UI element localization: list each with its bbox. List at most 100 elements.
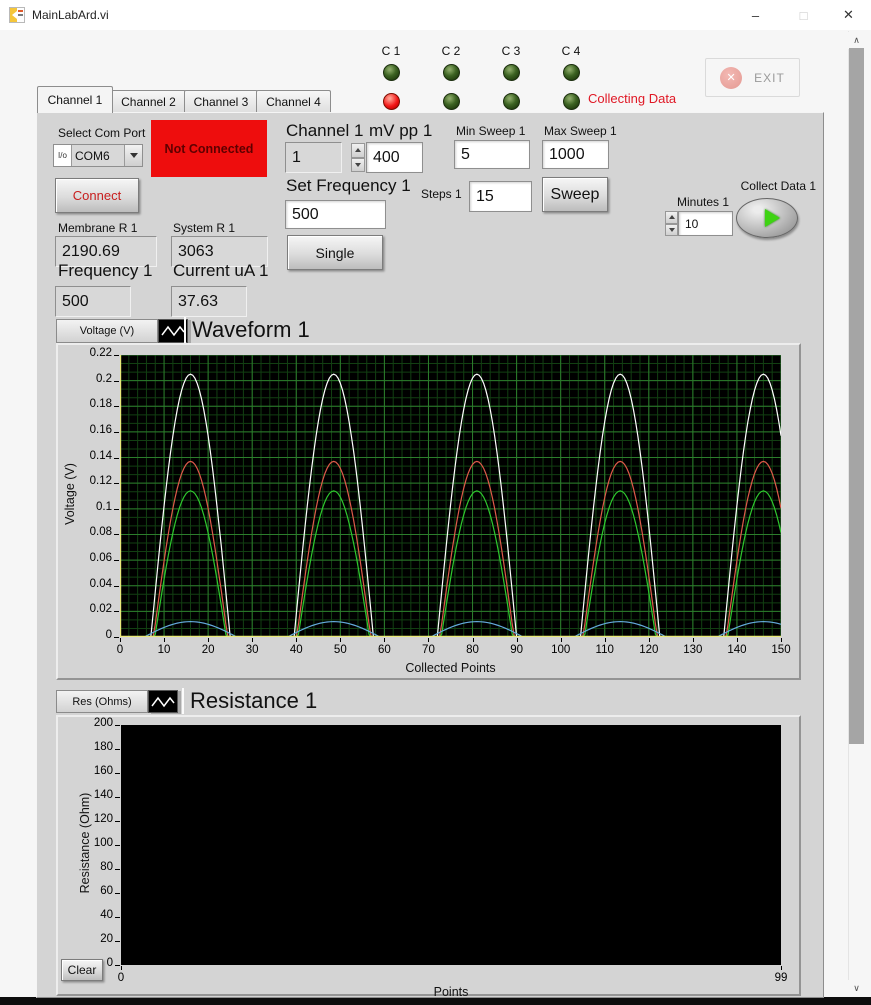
steps-label: Steps 1 <box>421 187 462 201</box>
spinner-down-icon[interactable] <box>665 224 678 237</box>
tab-channel-4[interactable]: Channel 4 <box>256 90 331 113</box>
x-tick-mark <box>605 638 606 642</box>
x-tick-label: 0 <box>97 972 145 984</box>
single-button[interactable]: Single <box>287 235 383 270</box>
minutes-input[interactable]: 10 <box>678 211 733 236</box>
com-port-value: COM6 <box>72 145 124 166</box>
y-tick-mark <box>114 483 119 484</box>
x-tick-label: 50 <box>316 644 364 656</box>
x-tick-mark <box>121 966 122 970</box>
spinner-down-icon[interactable] <box>351 158 365 173</box>
y-tick-mark <box>114 586 119 587</box>
maximize-button[interactable]: □ <box>781 0 826 30</box>
c4-collect-led <box>563 93 580 110</box>
spinner-up-icon[interactable] <box>665 211 678 224</box>
x-tick-mark <box>120 638 121 642</box>
x-tick-label: 10 <box>140 644 188 656</box>
scrollbar-thumb[interactable] <box>849 48 864 744</box>
y-tick-mark <box>114 458 119 459</box>
mvpp-spinner[interactable] <box>351 143 365 172</box>
x-tick-mark <box>428 638 429 642</box>
y-tick-mark <box>114 509 119 510</box>
x-axis-label: Collected Points <box>351 661 551 675</box>
exit-label: EXIT <box>754 71 785 85</box>
x-tick-label: 70 <box>404 644 452 656</box>
x-tick-label: 130 <box>669 644 717 656</box>
y-tick-label: 200 <box>69 717 113 729</box>
x-tick-label: 150 <box>757 644 805 656</box>
spinner-up-icon[interactable] <box>351 143 365 158</box>
y-tick-label: 0 <box>69 957 113 969</box>
max-sweep-input[interactable]: 1000 <box>542 140 609 169</box>
exit-button[interactable]: ✕ EXIT <box>705 58 800 97</box>
sweep-button[interactable]: Sweep <box>542 177 608 212</box>
x-axis-label: Points <box>351 985 551 999</box>
y-tick-label: 0 <box>68 629 112 641</box>
close-button[interactable]: ✕ <box>826 0 871 30</box>
white-trace <box>120 374 781 637</box>
mvpp-input[interactable]: 400 <box>366 142 423 173</box>
y-tick-mark <box>114 534 119 535</box>
plot-area <box>120 355 781 637</box>
x-tick-mark <box>164 638 165 642</box>
set-frequency-input[interactable]: 500 <box>285 200 386 229</box>
y-tick-label: 0.2 <box>68 373 112 385</box>
led-label-c2: C 2 <box>442 44 461 60</box>
frequency-label: Frequency 1 <box>58 261 153 281</box>
y-tick-mark <box>115 893 120 894</box>
combo-dropdown-button[interactable] <box>124 145 142 166</box>
y-tick-mark <box>114 611 119 612</box>
select-com-port-label: Select Com Port <box>58 126 145 140</box>
y-tick-label: 0.02 <box>68 603 112 615</box>
c3-collect-led <box>503 93 520 110</box>
y-tick-mark <box>115 725 120 726</box>
x-tick-mark <box>693 638 694 642</box>
plot-area <box>121 725 781 965</box>
waveform-legend-button[interactable]: Voltage (V) <box>56 319 158 343</box>
minutes-label: Minutes 1 <box>677 195 729 209</box>
exit-x-icon: ✕ <box>720 67 742 89</box>
x-tick-mark <box>517 638 518 642</box>
current-ua-indicator: 37.63 <box>171 286 247 317</box>
y-tick-mark <box>115 941 120 942</box>
led-label-c4: C 4 <box>562 44 581 60</box>
y-tick-mark <box>114 560 119 561</box>
not-connected-banner: Not Connected <box>151 120 267 177</box>
scroll-down-icon[interactable]: ∨ <box>848 980 865 997</box>
tab-channel-1[interactable]: Channel 1 <box>37 86 113 113</box>
x-tick-mark <box>561 638 562 642</box>
resistance-legend-button[interactable]: Res (Ohms) <box>56 690 148 713</box>
y-tick-mark <box>115 797 120 798</box>
tab-channel-2[interactable]: Channel 2 <box>111 90 186 113</box>
x-tick-mark <box>781 966 782 970</box>
play-icon <box>765 209 780 227</box>
connect-button[interactable]: Connect <box>55 178 139 213</box>
min-sweep-input[interactable]: 5 <box>454 140 530 169</box>
steps-input[interactable]: 15 <box>469 181 532 212</box>
red-trace <box>120 461 781 637</box>
scroll-up-icon[interactable]: ∧ <box>848 32 865 49</box>
collecting-data-label: Collecting Data <box>588 91 676 106</box>
x-tick-mark <box>208 638 209 642</box>
c3-status-led <box>503 64 520 81</box>
y-tick-mark <box>115 845 120 846</box>
c1-status-led <box>383 64 400 81</box>
x-tick-label: 30 <box>228 644 276 656</box>
frequency-indicator: 500 <box>55 286 131 317</box>
minimize-button[interactable]: – <box>733 0 778 30</box>
minutes-spinner[interactable] <box>665 211 678 236</box>
channel-1-page: Select Com Port I/o COM6 Not Connected C… <box>36 112 824 998</box>
tab-channel-3[interactable]: Channel 3 <box>184 90 258 113</box>
chevron-down-icon <box>130 153 138 158</box>
x-tick-label: 90 <box>493 644 541 656</box>
com-port-combo[interactable]: I/o COM6 <box>53 144 143 167</box>
x-tick-label: 0 <box>96 644 144 656</box>
resistance-legend-icon[interactable] <box>148 690 178 713</box>
mvpp-label: mV pp 1 <box>369 121 432 141</box>
led-column-c4: C 4 <box>554 44 588 110</box>
y-tick-mark <box>115 821 120 822</box>
app-window: MainLabArd.vi – □ ✕ C 1 C 2 C 3 C 4 Coll… <box>0 0 871 1005</box>
led-label-c1: C 1 <box>382 44 401 60</box>
collect-data-toggle[interactable] <box>736 198 798 238</box>
y-axis-label: Voltage (V) <box>63 394 77 594</box>
